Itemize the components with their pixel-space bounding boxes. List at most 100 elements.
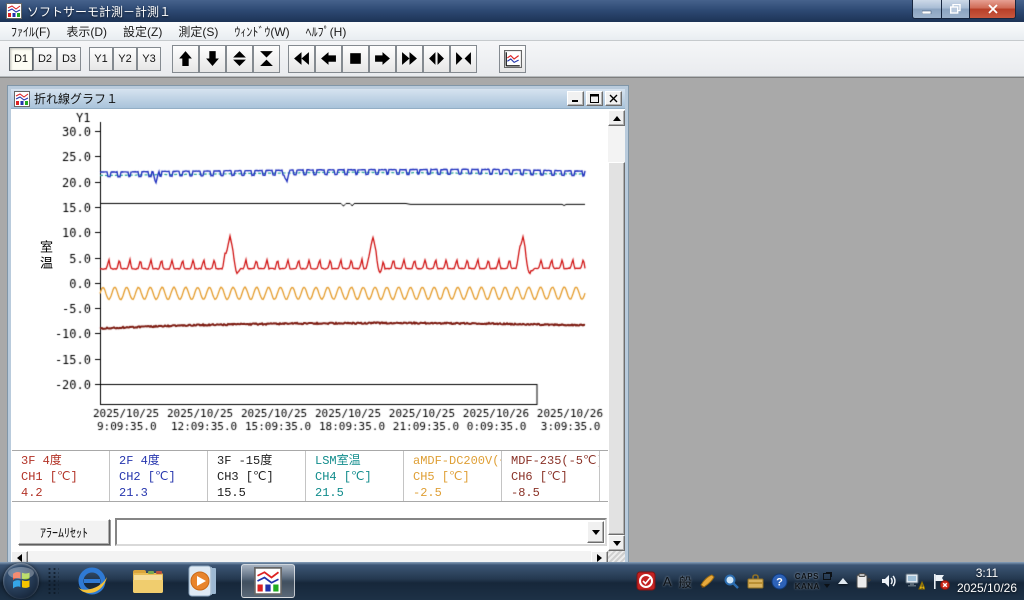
network-warning-icon[interactable] [905, 573, 925, 590]
alarm-reset-button[interactable]: ｱﾗｰﾑﾘｾｯﾄ [18, 519, 110, 545]
menu-window[interactable]: ｳｨﾝﾄﾞｳ(W) [226, 22, 297, 41]
stop-icon [350, 53, 361, 64]
d1-button[interactable]: D1 [9, 46, 33, 71]
menu-file[interactable]: ﾌｧｲﾙ(F) [3, 22, 58, 41]
antivirus-tray-icon[interactable] [636, 571, 656, 591]
ime-mode-general[interactable]: 般 [679, 572, 692, 591]
scroll-down-button[interactable] [199, 44, 226, 73]
menu-view[interactable]: 表示(D) [58, 22, 115, 41]
start-button[interactable] [3, 563, 39, 599]
fast-forward-button[interactable] [396, 44, 423, 73]
channel-value: 21.5 [315, 486, 344, 500]
vertical-scrollbar[interactable] [608, 110, 625, 551]
media-player-icon[interactable] [185, 564, 223, 598]
menu-help[interactable]: ﾍﾙﾌﾟ(H) [298, 22, 355, 41]
scrollbar-up-button[interactable] [608, 110, 625, 126]
screen: { "window": { "title": "ソフトサーモ計測－計測１" },… [0, 0, 1024, 600]
scrollbar-down-button[interactable] [608, 535, 625, 551]
action-center-flag-icon[interactable] [932, 573, 950, 590]
clock-time: 3:11 [975, 566, 999, 580]
removable-device-icon[interactable] [855, 572, 873, 590]
show-hidden-icons-button[interactable] [837, 578, 848, 584]
channel-name: 3F -15度 [217, 454, 273, 468]
channel-name: LSM室温 [315, 454, 361, 468]
chevron-down-icon [591, 529, 600, 535]
compress-horizontal-button[interactable] [450, 44, 477, 73]
ime-tools-icon[interactable] [699, 573, 716, 590]
d2-button[interactable]: D2 [33, 46, 57, 71]
compress-vertical-icon [260, 51, 273, 66]
channel-label: CH5 [℃] [413, 470, 470, 484]
internet-explorer-icon[interactable] [73, 564, 111, 598]
main-titlebar: ソフトサーモ計測－計測１ [0, 0, 1024, 22]
rewind-button[interactable] [288, 44, 315, 73]
graph-select-combobox[interactable] [115, 518, 607, 546]
channel-name: aMDF-DC200V(+7 [413, 454, 501, 468]
menu-settings[interactable]: 設定(Z) [115, 22, 170, 41]
channel-value: -2.5 [413, 486, 442, 500]
ime-pad-icon [822, 572, 831, 580]
graph-client-area: 室温 3F 4度 CH1 [℃] 4.2 2F 4度 CH2 [℃] 21.3 … [11, 109, 625, 565]
minimize-button[interactable] [912, 0, 942, 19]
step-back-button[interactable] [315, 44, 342, 73]
down-triangle-icon [612, 540, 621, 546]
legend-channel-5: aMDF-DC200V(+7 CH5 [℃] -2.5 [404, 451, 502, 501]
close-button[interactable] [970, 0, 1016, 19]
graph-minimize-button[interactable] [567, 91, 584, 106]
toolbox-icon[interactable] [747, 573, 764, 590]
search-icon[interactable] [723, 573, 740, 590]
vertical-scrollbar-thumb[interactable] [608, 162, 625, 535]
y1-button[interactable]: Y1 [89, 46, 113, 71]
menubar: ﾌｧｲﾙ(F) 表示(D) 設定(Z) 測定(S) ｳｨﾝﾄﾞｳ(W) ﾍﾙﾌﾟ… [0, 22, 1024, 41]
channel-label: CH2 [℃] [119, 470, 176, 484]
channel-label: CH4 [℃] [315, 470, 372, 484]
file-explorer-icon[interactable] [129, 564, 167, 598]
taskbar-grip-dots [47, 567, 59, 595]
graph-maximize-button[interactable] [586, 91, 603, 106]
channel-label: CH6 [℃] [511, 470, 568, 484]
expand-horizontal-button[interactable] [423, 44, 450, 73]
taskbar: A 般 ? CAPS KANA 3:11 2025/10/26 [0, 562, 1024, 600]
y2-button[interactable]: Y2 [113, 46, 137, 71]
graph-display-button[interactable] [499, 44, 526, 73]
line-chart-canvas [22, 110, 622, 446]
menu-measure[interactable]: 測定(S) [170, 22, 226, 41]
taskbar-clock[interactable]: 3:11 2025/10/26 [957, 566, 1017, 596]
channel-label: CH1 [℃] [21, 470, 78, 484]
expand-vertical-button[interactable] [226, 44, 253, 73]
legend-channel-6: MDF-235(-5℃) CH6 [℃] -8.5 [502, 451, 600, 501]
y3-button[interactable]: Y3 [137, 46, 161, 71]
system-tray: A 般 ? CAPS KANA 3:11 2025/10/26 [636, 562, 1024, 600]
channel-value: 4.2 [21, 486, 43, 500]
graph-icon [503, 49, 522, 68]
ime-mode-alpha[interactable]: A [663, 574, 672, 589]
graph-window-icon [14, 90, 30, 107]
compress-vertical-button[interactable] [253, 44, 280, 73]
restore-button[interactable] [942, 0, 970, 19]
window-title: ソフトサーモ計測－計測１ [27, 4, 172, 19]
kana-indicator: KANA [794, 581, 820, 591]
graph-window-titlebar[interactable]: 折れ線グラフ１ [11, 89, 625, 109]
step-forward-button[interactable] [369, 44, 396, 73]
expand-horizontal-icon [429, 52, 444, 65]
stop-button[interactable] [342, 44, 369, 73]
legend-channel-2: 2F 4度 CH2 [℃] 21.3 [110, 451, 208, 501]
left-arrow-icon [321, 52, 336, 65]
rewind-icon [294, 52, 309, 65]
help-icon[interactable]: ? [771, 573, 788, 590]
taskbar-active-app[interactable] [241, 564, 295, 598]
scroll-up-button[interactable] [172, 44, 199, 73]
channel-legend: 3F 4度 CH1 [℃] 4.2 2F 4度 CH2 [℃] 21.3 3F … [12, 450, 608, 502]
caps-indicator: CAPS [794, 571, 819, 581]
toolbar: D1 D2 D3 Y1 Y2 Y3 [0, 41, 1024, 77]
channel-name: 2F 4度 [119, 454, 160, 468]
legend-channel-3: 3F -15度 CH3 [℃] 15.5 [208, 451, 306, 501]
up-arrow-icon [179, 51, 192, 66]
volume-icon[interactable] [880, 573, 898, 589]
ime-status-panel[interactable]: CAPS KANA [795, 572, 831, 591]
right-arrow-icon [375, 52, 390, 65]
graph-close-button[interactable] [605, 91, 622, 106]
combobox-dropdown-button[interactable] [587, 521, 604, 543]
d3-button[interactable]: D3 [57, 46, 81, 71]
svg-text:?: ? [776, 576, 783, 588]
